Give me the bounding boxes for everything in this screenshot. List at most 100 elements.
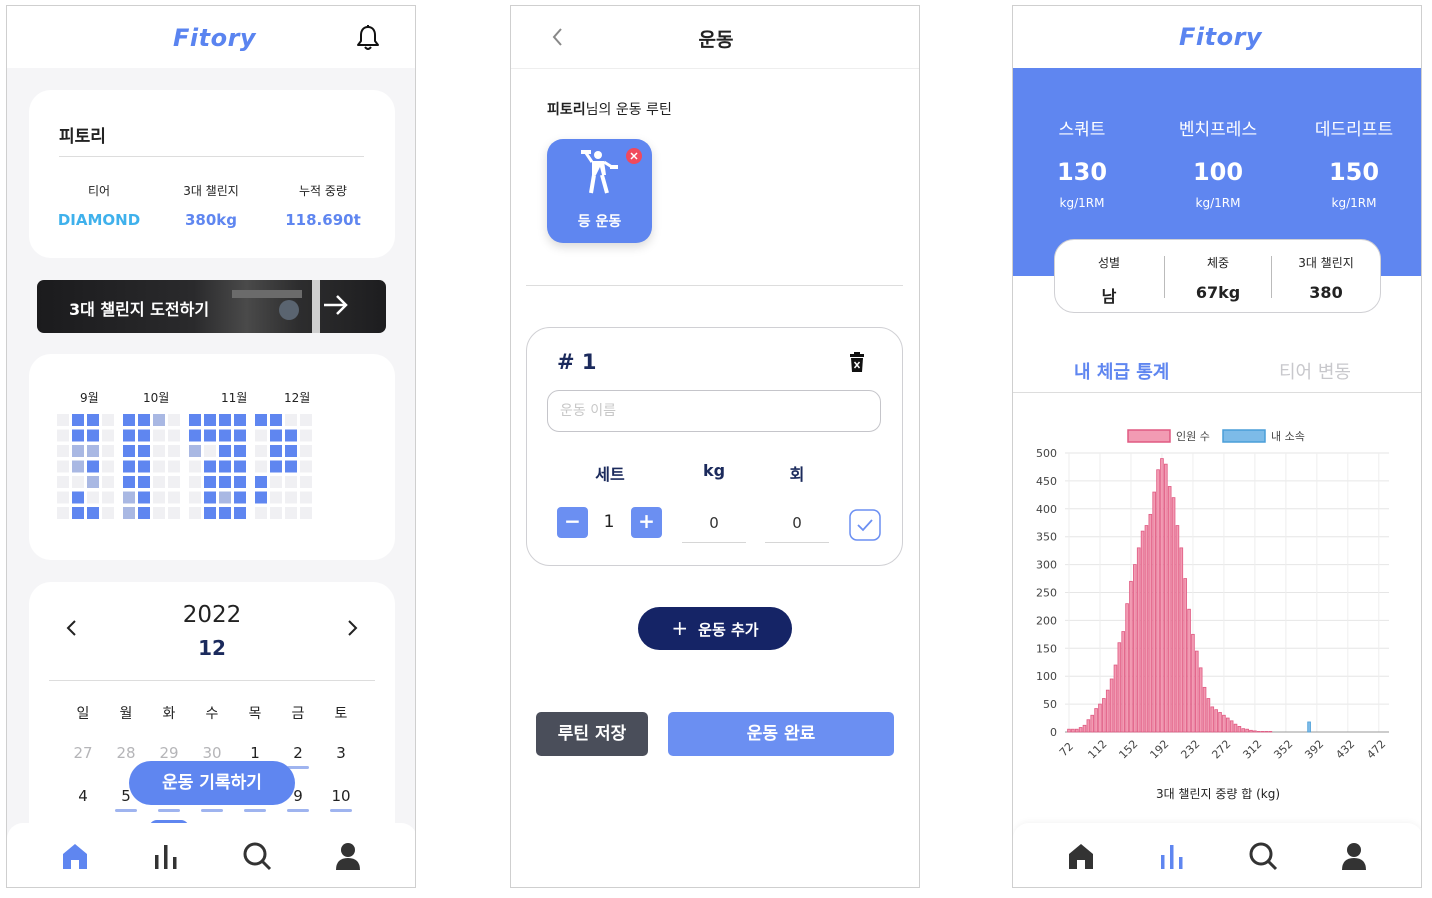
lift-unit: kg/1RM: [1331, 196, 1377, 210]
heatmap-cell: [285, 414, 297, 426]
heatmap-cell: [138, 429, 150, 442]
histogram-bar: [1260, 731, 1265, 733]
profile-icon[interactable]: [331, 839, 365, 873]
heatmap-cell: [189, 429, 201, 442]
search-icon[interactable]: [240, 839, 274, 873]
challenge-banner[interactable]: 3대 챌린지 도전하기: [37, 280, 386, 333]
tier-stat: 티어 DIAMOND: [44, 182, 154, 229]
heatmap-cell: [57, 414, 69, 426]
calendar-day[interactable]: 29: [154, 744, 184, 762]
routine-tile[interactable]: 등 운동: [547, 139, 652, 243]
histogram-bar: [1125, 603, 1129, 733]
calendar-day[interactable]: 2: [283, 744, 313, 762]
add-exercise-label: 운동 추가: [698, 621, 759, 639]
page-title: 운동: [698, 29, 734, 51]
heatmap-cell: [72, 476, 84, 488]
calendar-day[interactable]: 10: [326, 787, 356, 805]
info-label: 3대 챌린지: [1298, 256, 1354, 270]
chevron-left-icon[interactable]: [65, 618, 79, 638]
histogram-bar: [1198, 667, 1203, 733]
histogram-bar: [1194, 650, 1199, 733]
chevron-right-icon[interactable]: [345, 618, 359, 638]
tab-weight-class-stats[interactable]: 내 체급 통계: [1074, 358, 1169, 384]
lift-name: 스쿼트: [1058, 120, 1106, 140]
exercise-card: # 1 운동 이름 세트 kg 회 − 1 + 0 0: [526, 327, 903, 566]
plus-button[interactable]: +: [631, 507, 662, 538]
stats-icon[interactable]: [149, 839, 183, 873]
histogram-bar: [1152, 491, 1156, 733]
bottom-tab-bar: [1013, 823, 1421, 887]
calendar-day[interactable]: 27: [68, 744, 98, 762]
exercise-name-input[interactable]: 운동 이름: [547, 390, 881, 432]
add-exercise-button[interactable]: + 운동 추가: [638, 607, 792, 650]
minus-button[interactable]: −: [557, 507, 588, 538]
heatmap-cell: [234, 507, 246, 519]
histogram-bar: [1225, 717, 1230, 733]
bell-icon[interactable]: [355, 24, 381, 52]
heatmap-cell: [102, 414, 114, 426]
heatmap-cell: [189, 491, 201, 504]
routine-heading: 피토리님의 운동 루틴: [547, 99, 672, 119]
heatmap-cell: [123, 507, 135, 519]
histogram-bar: [1102, 698, 1106, 733]
heatmap-cell: [270, 445, 282, 457]
workout-day-marker: [287, 809, 309, 812]
histogram-bar: [1175, 525, 1180, 733]
histogram-bar: [1082, 724, 1087, 733]
heatmap-cell: [72, 491, 84, 504]
heatmap-cell: [168, 460, 180, 473]
trash-icon[interactable]: [849, 352, 865, 372]
home-icon[interactable]: [58, 839, 92, 873]
calendar-day[interactable]: 28: [111, 744, 141, 762]
heatmap-cell: [87, 507, 99, 519]
search-icon[interactable]: [1246, 839, 1280, 873]
app-logo: Fitory: [173, 24, 257, 52]
arrow-right-icon: [324, 295, 348, 315]
histogram-bar: [1067, 728, 1071, 733]
kg-input[interactable]: 0: [682, 514, 746, 543]
heatmap-cell: [189, 460, 201, 473]
profile-icon[interactable]: [1337, 839, 1371, 873]
heatmap-cell: [72, 445, 84, 457]
stats-icon[interactable]: [1155, 839, 1189, 873]
calendar-day[interactable]: 3: [326, 744, 356, 762]
heatmap-cell: [189, 445, 201, 457]
heatmap-cell: [102, 476, 114, 488]
set-count: 1: [603, 512, 615, 532]
weekday-label: 금: [291, 706, 305, 722]
calendar-day[interactable]: 1: [240, 744, 270, 762]
x-tick-label: 392: [1302, 738, 1326, 762]
tab-tier-history[interactable]: 티어 변동: [1279, 358, 1351, 384]
histogram-bar: [1140, 530, 1145, 733]
info-value: 67kg: [1195, 283, 1241, 302]
heatmap-cell: [300, 507, 312, 519]
calendar-day[interactable]: 4: [68, 787, 98, 805]
lift-unit: kg/1RM: [1195, 196, 1241, 210]
info-value: 남: [1101, 287, 1117, 306]
heatmap-cell: [138, 491, 150, 504]
check-icon[interactable]: [849, 509, 881, 541]
banner-photo: [232, 280, 320, 333]
stat-label: 3대 챌린지: [183, 184, 239, 198]
heatmap-cell: [285, 445, 297, 457]
workout-day-marker: [158, 809, 180, 812]
lift-value: 150: [1328, 158, 1380, 186]
back-icon[interactable]: [551, 26, 565, 48]
heatmap-cell: [270, 476, 282, 488]
x-tick-label: 152: [1116, 738, 1140, 762]
save-routine-button[interactable]: 루틴 저장: [536, 712, 648, 756]
heatmap-cell: [300, 491, 312, 504]
remove-icon[interactable]: [625, 147, 643, 165]
calendar-day[interactable]: 30: [197, 744, 227, 762]
weight-distribution-chart: 0 50 100 150 200 250 300 350 400 450 500 72 112 152 19…: [1036, 429, 1389, 801]
histogram-bar: [1256, 731, 1261, 733]
y-tick-label: 200: [1036, 614, 1057, 627]
home-icon[interactable]: [1064, 839, 1098, 873]
histogram-bar: [1268, 731, 1273, 733]
reps-input[interactable]: 0: [765, 514, 829, 543]
record-workout-button[interactable]: 운동 기록하기: [129, 761, 295, 805]
heatmap-cell: [102, 507, 114, 519]
histogram-bar: [1156, 469, 1160, 733]
finish-workout-button[interactable]: 운동 완료: [668, 712, 894, 756]
calendar-month: 12: [198, 636, 226, 660]
